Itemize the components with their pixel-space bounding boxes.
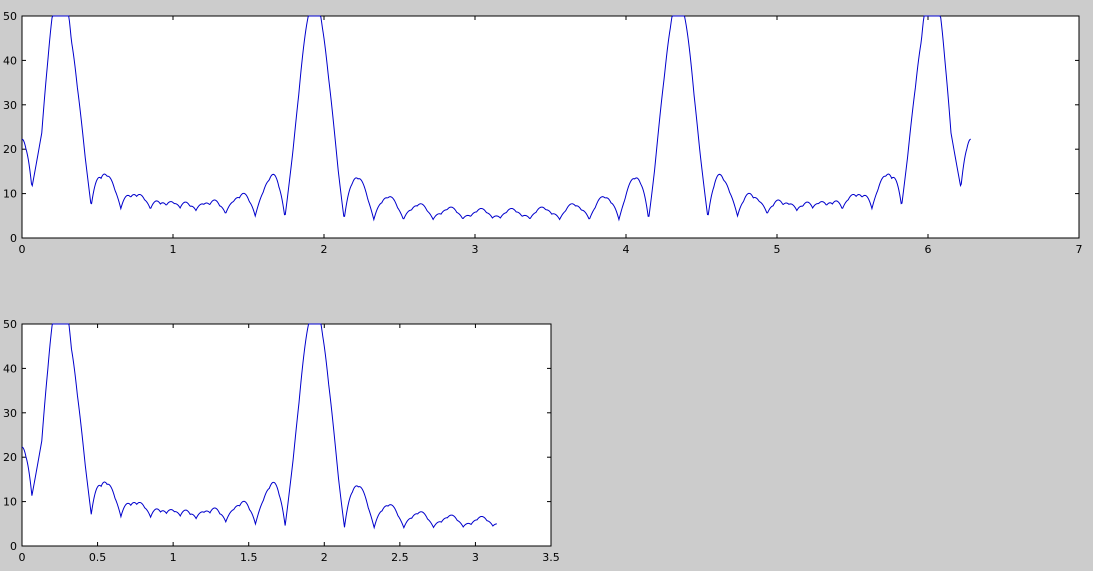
x-tick-label: 0 xyxy=(19,551,26,564)
x-tick-label: 2 xyxy=(321,243,328,256)
y-tick-label: 0 xyxy=(10,232,17,245)
x-tick-label: 0 xyxy=(19,243,26,256)
x-tick-label: 4 xyxy=(623,243,630,256)
x-tick-label: 3 xyxy=(472,243,479,256)
y-tick-label: 50 xyxy=(3,318,17,331)
x-tick-label: 1 xyxy=(170,243,177,256)
y-tick-label: 50 xyxy=(3,10,17,23)
x-tick-label: 1 xyxy=(170,551,177,564)
x-tick-label: 6 xyxy=(925,243,932,256)
y-tick-label: 30 xyxy=(3,99,17,112)
y-tick-label: 40 xyxy=(3,54,17,67)
subplot-bottom: 0 0.5 1 1.5 2 2.5 3 3.5 0 10 20 30 40 50 xyxy=(3,318,560,564)
figure-canvas: 0 1 2 3 4 5 6 7 0 10 20 30 40 50 0 0.5 1 1.5 2 2.5 3 3.5 0 1… xyxy=(0,0,1093,571)
y-tick-label: 20 xyxy=(3,143,17,156)
x-tick-label: 5 xyxy=(774,243,781,256)
y-tick-label: 20 xyxy=(3,451,17,464)
y-tick-label: 10 xyxy=(3,496,17,509)
y-tick-label: 0 xyxy=(10,540,17,553)
y-tick-label: 30 xyxy=(3,407,17,420)
x-tick-label: 2 xyxy=(321,551,328,564)
y-tick-label: 10 xyxy=(3,188,17,201)
x-tick-label: 3.5 xyxy=(542,551,560,564)
subplot-top: 0 1 2 3 4 5 6 7 0 10 20 30 40 50 xyxy=(3,10,1083,256)
x-tick-label: 2.5 xyxy=(391,551,409,564)
x-tick-label: 1.5 xyxy=(240,551,258,564)
x-tick-label: 0.5 xyxy=(89,551,107,564)
y-tick-label: 40 xyxy=(3,362,17,375)
x-tick-label: 3 xyxy=(472,551,479,564)
x-tick-label: 7 xyxy=(1076,243,1083,256)
